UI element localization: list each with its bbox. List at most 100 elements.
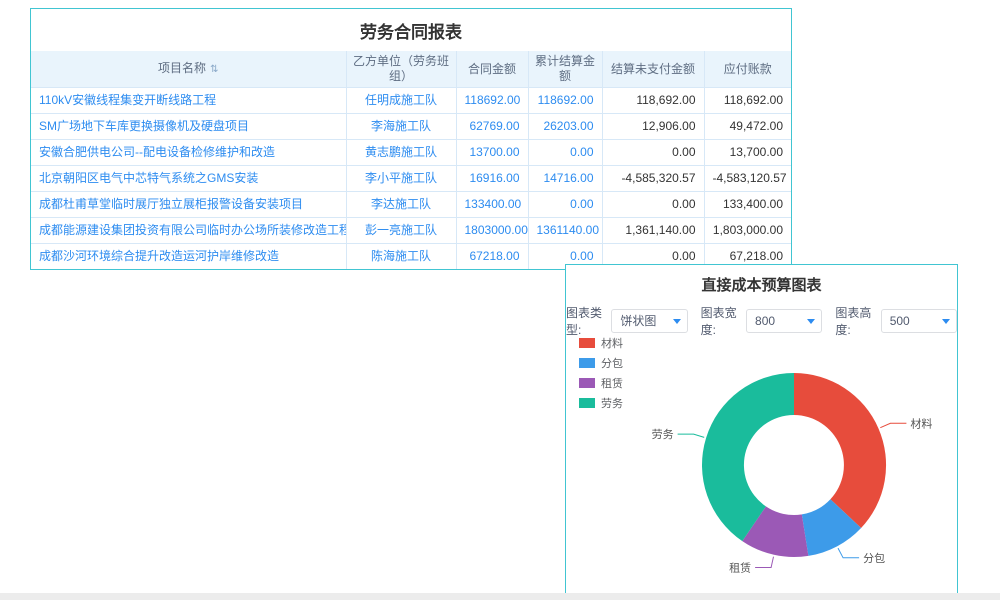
labor-contract-report-panel: 劳务合同报表 项目名称 ⇅ 乙方单位（劳务班组） 合同金额 累计结算金额 结算未支付金额 应… — [30, 8, 792, 270]
cell-unpaid-amount: -4,585,320.57 — [602, 166, 704, 192]
chart-height-select[interactable]: 500 — [881, 309, 957, 333]
column-header-label: 合同金额 — [468, 62, 516, 76]
cell-settled-amount[interactable]: 0.00 — [528, 140, 602, 166]
chart-height-value: 500 — [890, 314, 910, 328]
chart-type-label: 图表类型: — [566, 304, 607, 338]
legend-label: 分包 — [601, 355, 623, 371]
cell-settled-amount[interactable]: 118692.00 — [528, 88, 602, 114]
cell-payable-amount: 1,803,000.00 — [704, 218, 791, 244]
cell-contract-amount[interactable]: 67218.00 — [456, 244, 528, 270]
chart-width-control: 图表宽度: 800 — [701, 304, 823, 338]
cell-project-name[interactable]: 安徽合肥供电公司--配电设备检修维护和改造 — [31, 140, 346, 166]
legend-swatch-icon — [579, 378, 595, 388]
cell-party-b-unit[interactable]: 李海施工队 — [346, 114, 456, 140]
cell-unpaid-amount: 1,361,140.00 — [602, 218, 704, 244]
column-header-contract-amount: 合同金额 — [456, 51, 528, 88]
legend-label: 劳务 — [601, 395, 623, 411]
cell-payable-amount: 49,472.00 — [704, 114, 791, 140]
cell-settled-amount[interactable]: 14716.00 — [528, 166, 602, 192]
table-row[interactable]: SM广场地下车库更换摄像机及硬盘项目李海施工队62769.0026203.001… — [31, 114, 791, 140]
legend-swatch-icon — [579, 338, 595, 348]
cell-unpaid-amount: 118,692.00 — [602, 88, 704, 114]
contracts-table: 项目名称 ⇅ 乙方单位（劳务班组） 合同金额 累计结算金额 结算未支付金额 应付账款 110… — [31, 51, 791, 269]
table-row[interactable]: 成都杜甫草堂临时展厅独立展柜报警设备安装项目李达施工队133400.000.00… — [31, 192, 791, 218]
cell-contract-amount[interactable]: 1803000.00 — [456, 218, 528, 244]
table-row[interactable]: 北京朝阳区电气中芯特气系统之GMS安装李小平施工队16916.0014716.0… — [31, 166, 791, 192]
column-header-label: 累计结算金额 — [535, 54, 595, 83]
chart-type-control: 图表类型: 饼状图 — [566, 304, 688, 338]
cell-settled-amount[interactable]: 1361140.00 — [528, 218, 602, 244]
cell-party-b-unit[interactable]: 彭一亮施工队 — [346, 218, 456, 244]
column-header-label: 结算未支付金额 — [611, 62, 695, 76]
column-header-label: 乙方单位（劳务班组） — [353, 54, 449, 83]
cell-project-name[interactable]: 110kV安徽线程集变开断线路工程 — [31, 88, 346, 114]
pie-slice-material[interactable] — [794, 373, 886, 528]
cell-payable-amount: 13,700.00 — [704, 140, 791, 166]
cell-settled-amount[interactable]: 0.00 — [528, 192, 602, 218]
cell-project-name[interactable]: 成都能源建设集团投资有限公司临时办公场所装修改造工程EPC — [31, 218, 346, 244]
chart-controls: 图表类型: 饼状图 图表宽度: 800 图表高度: 500 — [566, 304, 957, 338]
label-line-lease — [755, 557, 773, 568]
legend-label: 租赁 — [601, 375, 623, 391]
label-line-material — [880, 423, 906, 427]
cell-project-name[interactable]: 北京朝阳区电气中芯特气系统之GMS安装 — [31, 166, 346, 192]
legend-label: 材料 — [601, 335, 623, 351]
column-header-label: 项目名称 — [158, 61, 206, 75]
table-row[interactable]: 安徽合肥供电公司--配电设备检修维护和改造黄志鹏施工队13700.000.000… — [31, 140, 791, 166]
sort-icon[interactable]: ⇅ — [210, 64, 218, 75]
cell-project-name[interactable]: SM广场地下车库更换摄像机及硬盘项目 — [31, 114, 346, 140]
chart-width-label: 图表宽度: — [701, 304, 742, 338]
cell-contract-amount[interactable]: 118692.00 — [456, 88, 528, 114]
cost-budget-chart-panel: 直接成本预算图表 图表类型: 饼状图 图表宽度: 800 图表高度: 500 材… — [565, 264, 958, 594]
cell-party-b-unit[interactable]: 李达施工队 — [346, 192, 456, 218]
cell-party-b-unit[interactable]: 任明成施工队 — [346, 88, 456, 114]
column-header-party-b-unit: 乙方单位（劳务班组） — [346, 51, 456, 88]
slice-label-subcontract: 分包 — [863, 552, 885, 565]
legend-swatch-icon — [579, 358, 595, 368]
cell-payable-amount: 133,400.00 — [704, 192, 791, 218]
cell-project-name[interactable]: 成都沙河环境综合提升改造运河护岸维修改造 — [31, 244, 346, 270]
cell-unpaid-amount: 0.00 — [602, 192, 704, 218]
horizontal-scrollbar-track[interactable] — [0, 593, 1000, 600]
chart-legend: 材料分包租赁劳务 — [579, 335, 623, 411]
cell-unpaid-amount: 0.00 — [602, 140, 704, 166]
table-header-row: 项目名称 ⇅ 乙方单位（劳务班组） 合同金额 累计结算金额 结算未支付金额 应付账款 — [31, 51, 791, 88]
cell-payable-amount: -4,583,120.57 — [704, 166, 791, 192]
slice-label-labor: 劳务 — [652, 428, 674, 441]
column-header-settled-amount: 累计结算金额 — [528, 51, 602, 88]
table-row[interactable]: 成都能源建设集团投资有限公司临时办公场所装修改造工程EPC彭一亮施工队18030… — [31, 218, 791, 244]
legend-item-subcontract[interactable]: 分包 — [579, 355, 623, 371]
cell-payable-amount: 118,692.00 — [704, 88, 791, 114]
cell-party-b-unit[interactable]: 陈海施工队 — [346, 244, 456, 270]
chevron-down-icon — [673, 319, 681, 324]
cell-unpaid-amount: 12,906.00 — [602, 114, 704, 140]
cell-contract-amount[interactable]: 133400.00 — [456, 192, 528, 218]
chart-type-select[interactable]: 饼状图 — [611, 309, 687, 333]
slice-label-material: 材料 — [910, 416, 932, 430]
cell-party-b-unit[interactable]: 李小平施工队 — [346, 166, 456, 192]
legend-item-labor[interactable]: 劳务 — [579, 395, 623, 411]
table-row[interactable]: 110kV安徽线程集变开断线路工程任明成施工队118692.00118692.0… — [31, 88, 791, 114]
cell-contract-amount[interactable]: 16916.00 — [456, 166, 528, 192]
table-body: 110kV安徽线程集变开断线路工程任明成施工队118692.00118692.0… — [31, 88, 791, 270]
chart-height-label: 图表高度: — [835, 304, 876, 338]
chart-height-control: 图表高度: 500 — [835, 304, 957, 338]
column-header-unpaid-amount: 结算未支付金额 — [602, 51, 704, 88]
column-header-label: 应付账款 — [724, 62, 772, 76]
cell-contract-amount[interactable]: 62769.00 — [456, 114, 528, 140]
label-line-labor — [678, 434, 705, 437]
column-header-payable-amount: 应付账款 — [704, 51, 791, 88]
column-header-project-name: 项目名称 ⇅ — [31, 51, 346, 88]
cell-project-name[interactable]: 成都杜甫草堂临时展厅独立展柜报警设备安装项目 — [31, 192, 346, 218]
legend-item-material[interactable]: 材料 — [579, 335, 623, 351]
cell-contract-amount[interactable]: 13700.00 — [456, 140, 528, 166]
label-line-subcontract — [838, 548, 859, 558]
chevron-down-icon — [942, 319, 950, 324]
cell-settled-amount[interactable]: 26203.00 — [528, 114, 602, 140]
chart-width-select[interactable]: 800 — [746, 309, 822, 333]
legend-swatch-icon — [579, 398, 595, 408]
legend-item-lease[interactable]: 租赁 — [579, 375, 623, 391]
chevron-down-icon — [807, 319, 815, 324]
report-title: 劳务合同报表 — [31, 9, 791, 51]
cell-party-b-unit[interactable]: 黄志鹏施工队 — [346, 140, 456, 166]
